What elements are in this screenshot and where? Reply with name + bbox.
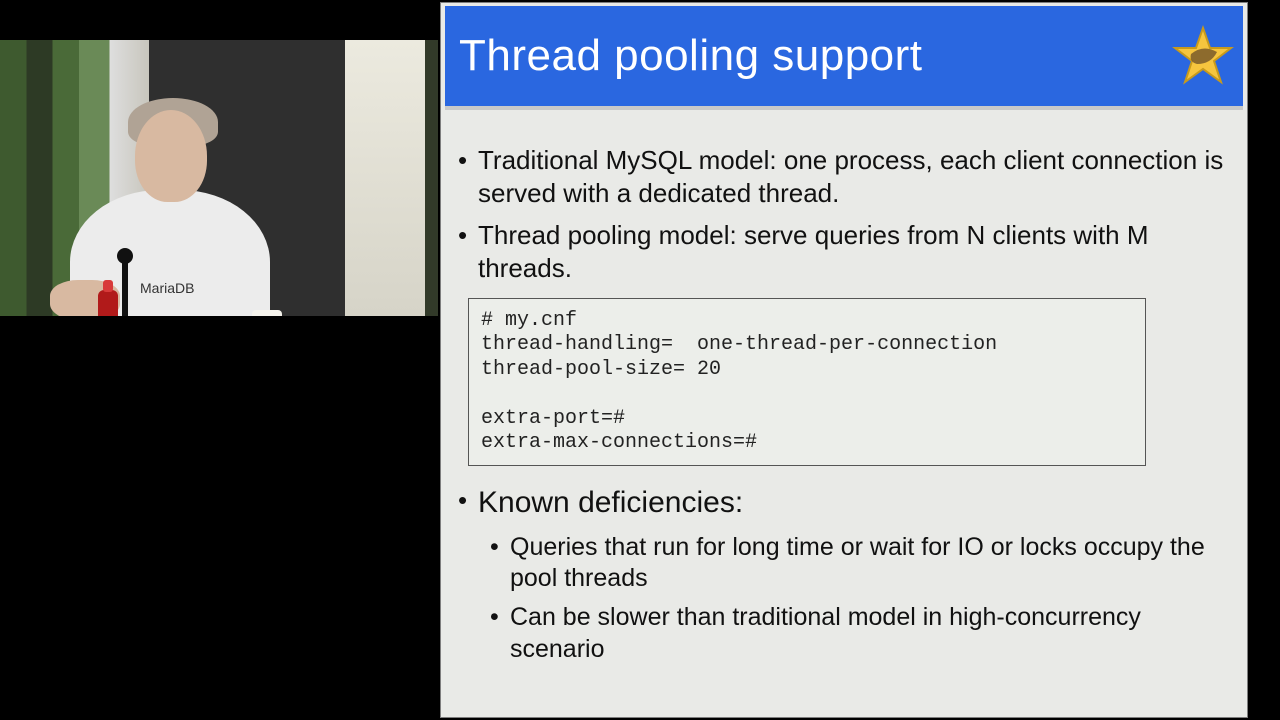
bullet-known-deficiencies: Known deficiencies: <box>454 484 1228 522</box>
speaker-head <box>135 110 207 202</box>
mariadb-star-icon <box>1171 24 1235 88</box>
shirt-logo-text: MariaDB <box>140 280 194 296</box>
bullet-deficiency-slower: Can be slower than traditional model in … <box>454 602 1228 665</box>
bullet-traditional-model: Traditional MySQL model: one process, ea… <box>454 144 1228 209</box>
code-line-2: thread-handling= one-thread-per-connecti… <box>481 333 997 356</box>
slide-title: Thread pooling support <box>459 31 923 81</box>
backdrop <box>345 40 425 316</box>
code-line-6: extra-max-connections=# <box>481 431 757 454</box>
code-line-3: thread-pool-size= 20 <box>481 358 721 381</box>
presentation-slide: Thread pooling support Traditional MySQL… <box>440 2 1248 718</box>
paper-cup <box>252 310 282 316</box>
drink-bottle <box>98 290 118 316</box>
code-line-5: extra-port=# <box>481 407 625 430</box>
bullet-thread-pooling-model: Thread pooling model: serve queries from… <box>454 219 1228 284</box>
bullet-deficiency-long-queries: Queries that run for long time or wait f… <box>454 532 1228 595</box>
slide-title-bar: Thread pooling support <box>445 6 1243 110</box>
config-code-box: # my.cnf thread-handling= one-thread-per… <box>468 298 1146 466</box>
speaker-camera-pane: MariaDB <box>0 40 438 316</box>
microphone <box>122 260 128 316</box>
code-line-1: # my.cnf <box>481 309 577 332</box>
slide-body: Traditional MySQL model: one process, ea… <box>440 110 1248 665</box>
